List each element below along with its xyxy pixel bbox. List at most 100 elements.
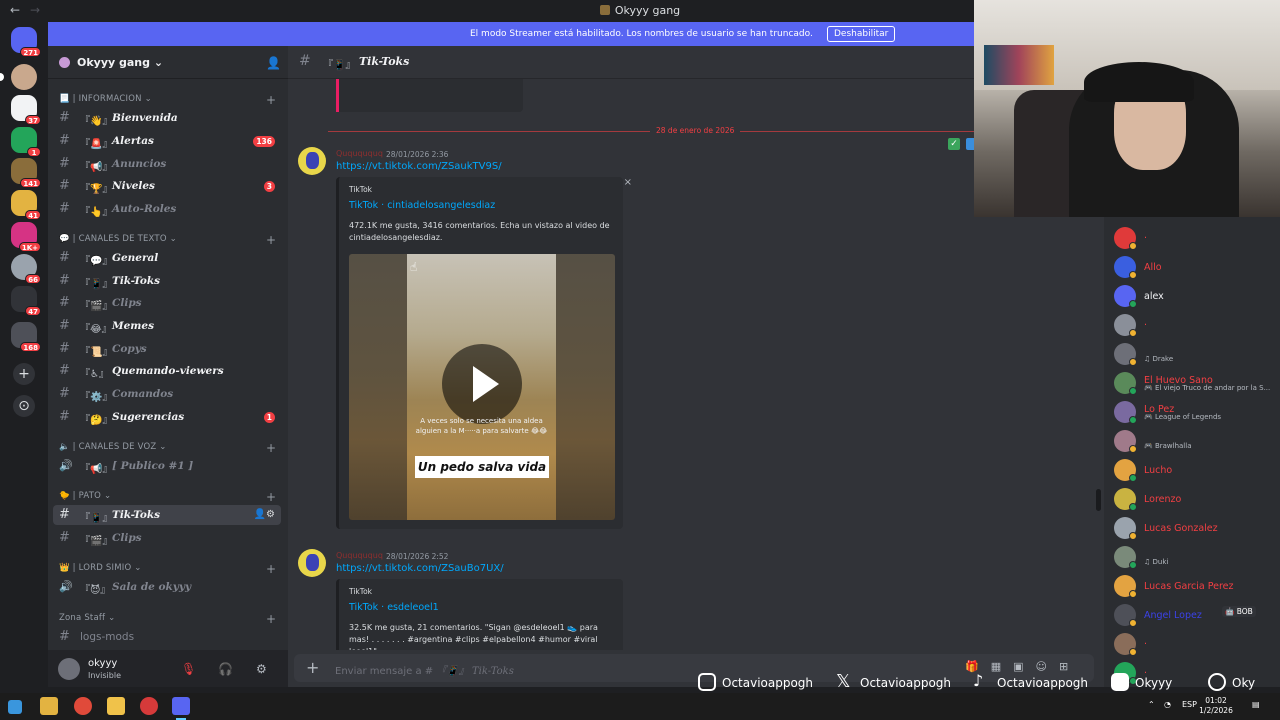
- direct-messages-button[interactable]: 271: [11, 27, 41, 57]
- category-canales-de-voz[interactable]: 🔈 | CANALES DE VOZ ⌄: [59, 442, 167, 454]
- discord-taskbar-icon[interactable]: [172, 697, 190, 715]
- message-author[interactable]: Ququququq: [336, 551, 383, 560]
- close-icon[interactable]: ×: [624, 177, 632, 188]
- member-row[interactable]: Lucho: [1114, 459, 1280, 482]
- video-player[interactable]: A veces solo se necesita una aldea algui…: [349, 254, 615, 520]
- server-icon[interactable]: 37: [11, 95, 41, 125]
- add-channel-button[interactable]: +: [266, 234, 276, 246]
- obs-icon[interactable]: [140, 697, 158, 715]
- channel-memes[interactable]: # 『😂』 Memes: [53, 316, 281, 336]
- server-icon[interactable]: 41: [11, 190, 41, 220]
- presence-status-icon: [1129, 271, 1137, 279]
- add-channel-button[interactable]: +: [266, 563, 276, 575]
- channel-alertas[interactable]: # 『🚨』 Alertas 136: [53, 131, 281, 151]
- member-row[interactable]: Lorenzo: [1114, 488, 1280, 511]
- windows-start-icon[interactable]: [8, 700, 22, 714]
- avatar[interactable]: [58, 658, 80, 680]
- youtube-icon: [1111, 673, 1129, 691]
- member-name: Angel Lopez: [1144, 610, 1202, 621]
- channel-settings-icon[interactable]: 👤⚙: [254, 509, 275, 520]
- channel-tik-toks[interactable]: # 『📱』 Tik-Toks: [53, 271, 281, 291]
- server-icon[interactable]: [0, 64, 37, 90]
- message-link[interactable]: https://vt.tiktok.com/ZSauBo7UX/: [336, 563, 504, 574]
- add-channel-button[interactable]: +: [266, 442, 276, 454]
- channel-anuncios[interactable]: # 『📢』 Anuncios: [53, 154, 281, 174]
- member-row[interactable]: ·: [1114, 314, 1280, 337]
- notification-icon[interactable]: ▤: [1252, 700, 1260, 709]
- server-badge: 141: [20, 178, 41, 188]
- member-row[interactable]: Allo: [1114, 256, 1280, 279]
- embed-title[interactable]: TikTok · esdeleoel1: [349, 602, 439, 613]
- add-attachment-icon[interactable]: +: [306, 658, 319, 677]
- category-informacion[interactable]: 📃 | INFORMACION ⌄: [59, 94, 152, 106]
- gear-icon[interactable]: ⚙: [256, 662, 267, 676]
- member-row[interactable]: alex: [1114, 285, 1280, 308]
- channel-clips[interactable]: # 『🎬』 Clips: [53, 293, 281, 313]
- member-row[interactable]: ♫ Drake: [1114, 343, 1280, 366]
- server-folder[interactable]: 168: [11, 322, 41, 352]
- server-icon[interactable]: 66: [11, 254, 41, 284]
- channel-name: Auto-Roles: [112, 203, 177, 215]
- channel-logs-mods[interactable]: # logs-mods: [53, 627, 281, 647]
- mic-muted-icon[interactable]: 🎙: [181, 662, 196, 676]
- embed-title[interactable]: TikTok · cintiadelosangelesdiaz: [349, 200, 495, 211]
- date-divider-label: 28 de enero de 2026: [650, 126, 741, 135]
- add-server-button[interactable]: +: [13, 363, 35, 385]
- channel-tik-toks-selected[interactable]: # 『📱』 Tik-Toks 👤⚙: [53, 505, 281, 525]
- play-icon[interactable]: [442, 344, 522, 424]
- member-row[interactable]: Lo Pez 🎮 League of Legends: [1114, 401, 1280, 424]
- info-icon: [966, 138, 974, 150]
- channel-clips-pato[interactable]: # 『🎬』 Clips: [53, 528, 281, 548]
- discover-icon[interactable]: ⊙: [13, 395, 35, 417]
- member-row[interactable]: Lucas Garcia Perez: [1114, 575, 1280, 598]
- message-link[interactable]: https://vt.tiktok.com/ZSaukTV9S/: [336, 161, 502, 172]
- member-row[interactable]: Lucas Gonzalez: [1114, 517, 1280, 540]
- message-author[interactable]: Ququququq: [336, 149, 383, 158]
- avatar[interactable]: [298, 147, 326, 175]
- language-indicator[interactable]: ESP: [1182, 700, 1197, 709]
- channel-bienvenida[interactable]: # 『👋』 Bienvenida: [53, 108, 281, 128]
- channel-auto-roles[interactable]: # 『👆』 Auto-Roles: [53, 199, 281, 219]
- disable-streamer-button[interactable]: Deshabilitar: [827, 26, 896, 42]
- server-folder[interactable]: 47: [11, 286, 41, 316]
- avatar[interactable]: [298, 549, 326, 577]
- channel-emoji: 『🤔』: [80, 415, 113, 426]
- channel-niveles[interactable]: # 『🏆』 Niveles 3: [53, 176, 281, 196]
- server-icon[interactable]: 1: [11, 127, 41, 157]
- headphones-icon[interactable]: 🎧: [218, 662, 233, 676]
- category-zona-staff[interactable]: Zona Staff ⌄: [59, 613, 115, 625]
- member-row[interactable]: 🎮 Brawlhalla: [1114, 430, 1280, 453]
- tray-chevron-icon[interactable]: ⌃: [1148, 700, 1155, 709]
- add-channel-button[interactable]: +: [266, 94, 276, 106]
- person-add-icon[interactable]: 👤: [266, 56, 281, 70]
- category-pato[interactable]: 🐤 | PATO ⌄: [59, 491, 111, 503]
- channel-comandos[interactable]: # 『⚙️』 Comandos: [53, 384, 281, 404]
- media-app-icon[interactable]: [40, 697, 58, 715]
- chrome-icon[interactable]: [74, 697, 92, 715]
- member-row[interactable]: El Huevo Sano 🎮 El viejo Truco de andar p…: [1114, 372, 1280, 395]
- channel-sugerencias[interactable]: # 『🤔』 Sugerencias 1: [53, 407, 281, 427]
- member-row[interactable]: ♫ Duki: [1114, 546, 1280, 569]
- member-row[interactable]: Angel Lopez 🤖 BOB: [1114, 604, 1280, 627]
- add-channel-button[interactable]: +: [266, 491, 276, 503]
- voice-channel-sala[interactable]: 🔊 『😈』 Sala de okyyy: [53, 577, 281, 597]
- member-row[interactable]: ·: [1114, 633, 1280, 656]
- wifi-icon[interactable]: ◔: [1164, 700, 1171, 709]
- guild-header[interactable]: Okyyy gang ⌄ 👤: [48, 46, 288, 79]
- server-icon[interactable]: 141: [11, 158, 41, 188]
- category-lord-simio[interactable]: 👑 | LORD SIMIO ⌄: [59, 563, 142, 575]
- scrollbar-thumb[interactable]: [1096, 489, 1101, 511]
- voice-channel-publico[interactable]: 🔊 『📢』[ Publico #1 ]: [53, 456, 281, 476]
- channel-general[interactable]: # 『💬』 General: [53, 248, 281, 268]
- add-channel-button[interactable]: +: [266, 613, 276, 625]
- channel-quemando-viewers[interactable]: # 『♿』 Quemando-viewers: [53, 361, 281, 381]
- channel-emoji: 『📱』: [80, 279, 113, 290]
- server-icon[interactable]: 1K+: [11, 222, 41, 252]
- category-canales-de-texto[interactable]: 💬 | CANALES DE TEXTO ⌄: [59, 234, 177, 246]
- system-clock[interactable]: 01:02 1/2/2026: [1198, 696, 1234, 716]
- file-explorer-icon[interactable]: [107, 697, 125, 715]
- x-icon: 𝕏: [836, 671, 851, 692]
- channel-copys[interactable]: # 『📜』 Copys: [53, 339, 281, 359]
- member-row[interactable]: ·: [1114, 227, 1280, 250]
- guild-name: Okyyy gang ⌄: [77, 56, 163, 69]
